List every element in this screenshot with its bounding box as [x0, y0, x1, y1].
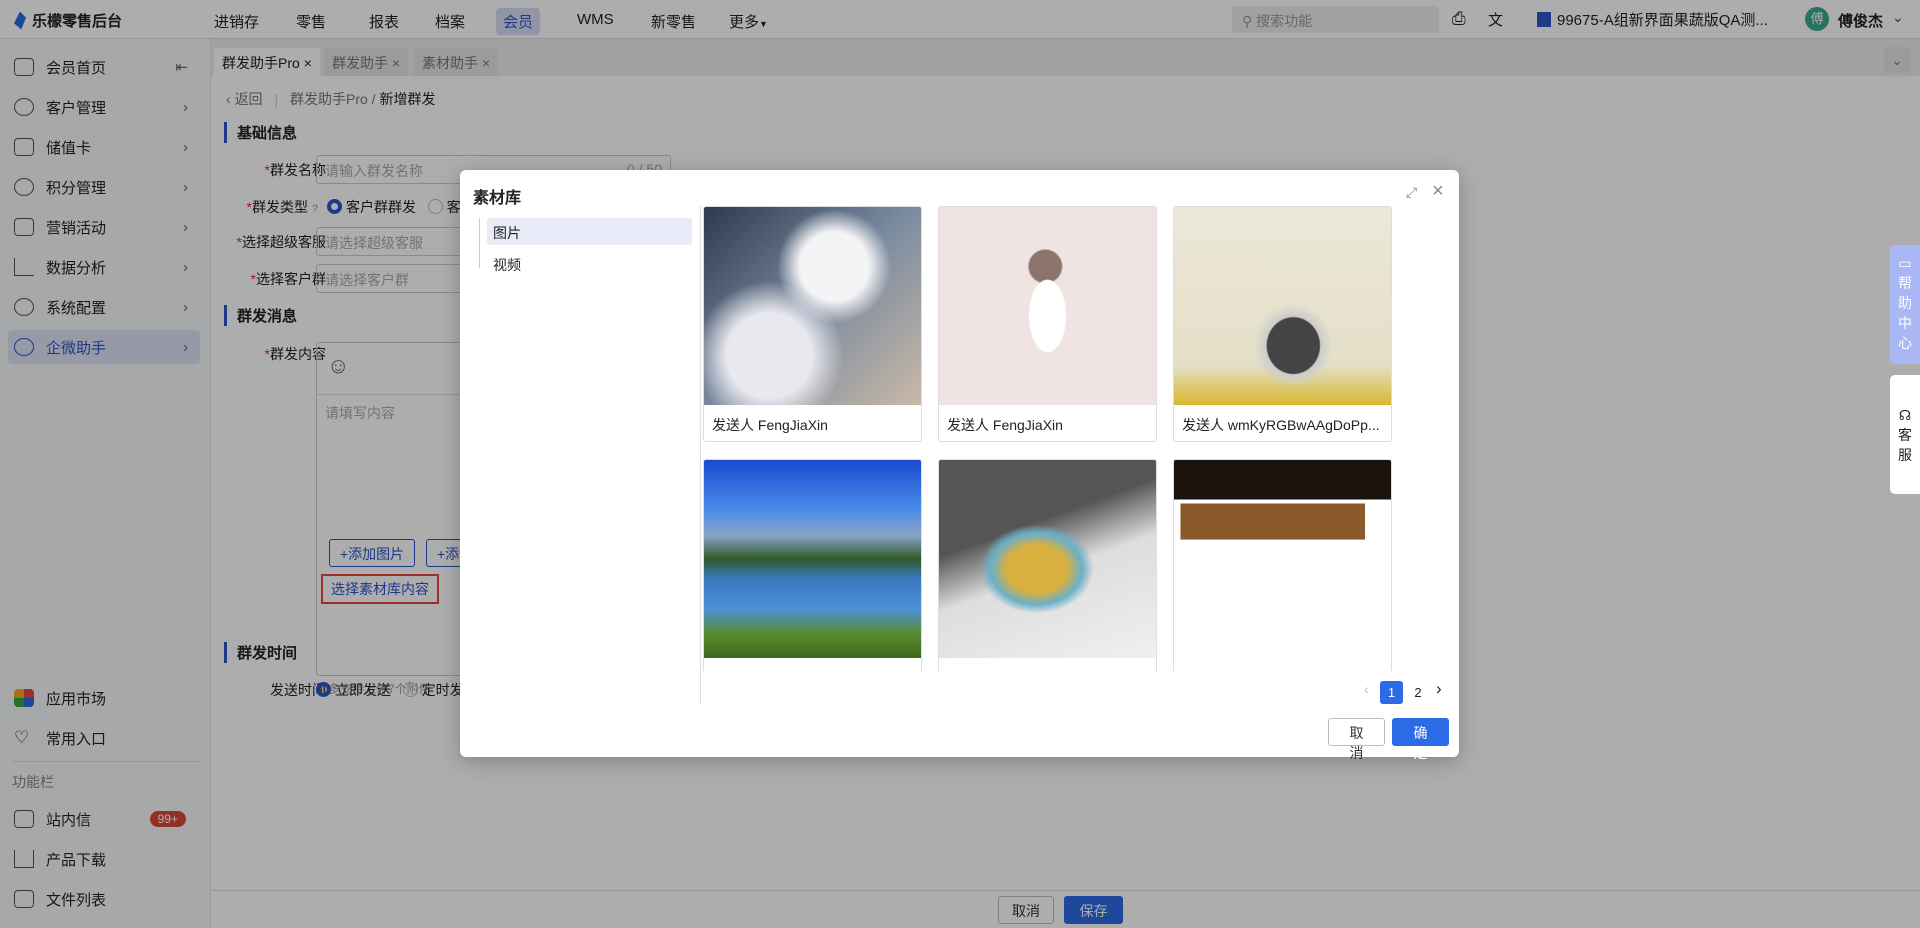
prev-page-icon[interactable]: ‹ [1364, 681, 1369, 697]
fullscreen-icon[interactable]: ⤢ [1406, 184, 1417, 201]
next-page-icon[interactable]: › [1436, 679, 1442, 699]
material-caption: 发送人 FengJiaXin [704, 658, 921, 671]
material-card[interactable]: 发送人 FengJiaXin [938, 206, 1157, 442]
tree-line [479, 218, 480, 268]
material-caption: 发送人 FengJiaXin [947, 417, 1063, 433]
material-grid[interactable]: 发送人 FengJiaXin 发送人 FengJiaXin 发送人 wmKyRG… [702, 206, 1422, 671]
customer-service-button[interactable]: ☊ 客服 [1890, 375, 1920, 494]
service-label: 客服 [1898, 427, 1912, 463]
material-thumbnail [1174, 460, 1391, 658]
material-thumbnail [939, 460, 1156, 658]
material-card[interactable]: 发送人 FengJiaXin [938, 459, 1157, 671]
modal-title: 素材库 [473, 190, 522, 207]
material-card[interactable]: 发送人 FengJiaXin [703, 459, 922, 671]
headset-icon: ☊ [1898, 407, 1912, 423]
panel-divider [700, 206, 701, 705]
material-card[interactable]: 发送人 FengJiaXin [703, 206, 922, 442]
material-caption: 发送人 FengJiaXin [939, 658, 1156, 671]
material-caption: 发送人 wmKyRGBwAAgDoPp... [1174, 658, 1391, 671]
material-card[interactable]: 发送人 wmKyRGBwAAgDoPp... [1173, 459, 1392, 671]
modal-cancel-button[interactable]: 取 消 [1328, 718, 1385, 761]
material-caption: 发送人 wmKyRGBwAAgDoPp... [1182, 417, 1380, 433]
tree-item-videos[interactable]: 视频 [487, 250, 527, 280]
material-thumbnail [704, 460, 921, 658]
material-thumbnail [704, 207, 921, 405]
modal-confirm-button[interactable]: 确 定 [1392, 718, 1449, 761]
material-caption: 发送人 FengJiaXin [712, 417, 828, 433]
material-thumbnail [1174, 207, 1391, 405]
material-library-modal: 素材库 ⤢ × 图片 视频 发送人 FengJiaXin 发送人 FengJia… [460, 170, 1459, 761]
page-1[interactable]: 1 [1380, 681, 1403, 704]
page-2[interactable]: 2 [1410, 681, 1426, 704]
close-icon[interactable]: × [1432, 180, 1444, 203]
material-thumbnail [939, 207, 1156, 405]
help-label: 帮助中心 [1898, 275, 1912, 351]
message-icon: ▭ [1898, 255, 1912, 271]
material-card[interactable]: 发送人 wmKyRGBwAAgDoPp... [1173, 206, 1392, 442]
help-center-button[interactable]: ▭ 帮助中心 [1890, 245, 1920, 364]
tree-item-images[interactable]: 图片 [487, 218, 692, 245]
